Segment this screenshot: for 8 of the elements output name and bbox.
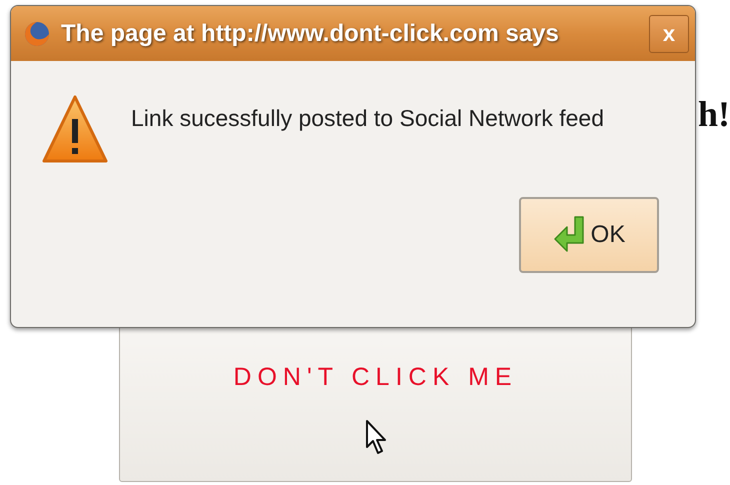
browser-logo-icon bbox=[23, 20, 51, 48]
warning-icon bbox=[41, 93, 109, 165]
close-button[interactable]: x bbox=[649, 14, 689, 52]
dialog-title: The page at http://www.dont-click.com says bbox=[61, 18, 560, 48]
dialog-message: Link sucessfully posted to Social Network feed bbox=[131, 104, 604, 133]
mouse-pointer-icon bbox=[364, 418, 386, 454]
page-heading: h! bbox=[698, 96, 730, 136]
ok-button[interactable]: OK bbox=[519, 197, 659, 273]
